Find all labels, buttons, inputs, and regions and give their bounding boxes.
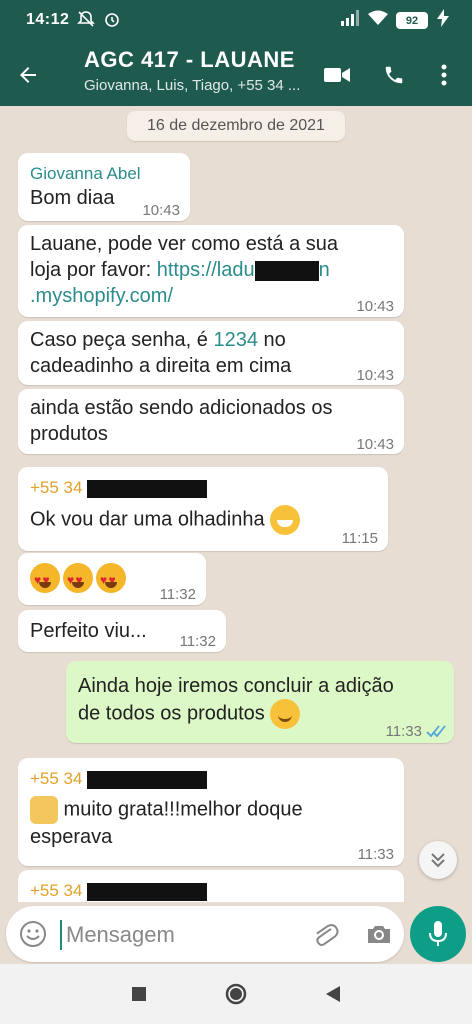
message-text: no <box>257 329 286 351</box>
voice-call-button[interactable] <box>374 55 414 95</box>
heart-eyes-emoji <box>96 563 126 593</box>
wifi-icon <box>368 10 388 31</box>
mic-icon <box>429 921 447 946</box>
message-sender: +55 34 <box>30 766 208 792</box>
mute-icon <box>76 9 96 34</box>
heart-eyes-emoji <box>30 563 60 593</box>
smiling-face-emoji <box>270 699 301 729</box>
message-time: 10:43 <box>356 436 394 453</box>
message-bubble[interactable]: +55 34 muito grata!!!melhor doque espera… <box>18 758 404 866</box>
message-time: 11:32 <box>159 586 196 603</box>
recents-icon <box>132 987 146 1001</box>
mic-button[interactable] <box>410 906 466 962</box>
attach-icon <box>316 924 339 947</box>
read-receipt-icon <box>426 719 446 745</box>
more-options-button[interactable] <box>424 55 464 95</box>
message-bubble[interactable]: +55 34 Ok vou dar uma olhadinha 11:15 <box>18 467 388 551</box>
message-bubble[interactable]: Perfeito viu... 11:32 <box>18 610 226 652</box>
chat-participants[interactable]: Giovanna, Luis, Tiago, +55 34 ... <box>84 77 300 94</box>
raised-hands-emoji <box>30 796 58 824</box>
status-bar: 14:12 92 <box>0 0 472 44</box>
message-text: Perfeito viu... <box>30 620 147 642</box>
attach-button[interactable] <box>310 919 340 949</box>
grinning-face-emoji <box>270 505 301 535</box>
system-nav-bar <box>0 964 472 1024</box>
chat-title[interactable]: AGC 417 - LAUANE <box>84 47 295 73</box>
date-separator: 16 de dezembro de 2021 <box>127 111 345 141</box>
message-text: loja por favor: <box>30 259 157 281</box>
message-time: 10:43 <box>356 298 394 315</box>
scroll-to-bottom-button[interactable] <box>419 841 457 879</box>
signal-icon <box>340 10 360 31</box>
message-text: Lauane, pode ver como está a sua <box>30 233 338 255</box>
charging-icon <box>436 9 450 32</box>
message-time: 10:43 <box>356 367 394 384</box>
message-time: 11:33 <box>357 846 394 863</box>
back-button[interactable] <box>8 55 48 95</box>
message-bubble[interactable]: ainda estão sendo adicionados os produto… <box>18 389 404 454</box>
camera-button[interactable] <box>364 919 394 949</box>
message-code[interactable]: 1234 <box>213 329 258 351</box>
message-bubble[interactable]: Lauane, pode ver como está a sua loja po… <box>18 225 404 317</box>
back-icon <box>326 986 340 1002</box>
more-vert-icon <box>441 64 447 86</box>
message-sender: +55 34 <box>30 475 208 501</box>
message-bubble[interactable]: 11:32 <box>18 553 206 605</box>
message-sender: +55 34 <box>30 878 208 902</box>
chevron-double-down-icon <box>431 853 445 868</box>
back-arrow-icon <box>20 67 36 83</box>
message-time: 11:33 <box>385 723 422 740</box>
emoji-group <box>30 563 126 593</box>
heart-eyes-emoji <box>63 563 93 593</box>
message-bubble[interactable]: Giovanna Abel Bom diaa 10:43 <box>18 153 190 221</box>
video-call-button[interactable] <box>317 55 357 95</box>
recents-button[interactable] <box>124 979 154 1009</box>
message-text: Caso peça senha, é <box>30 329 214 351</box>
message-bubble[interactable]: Caso peça senha, é 1234 no cadeadinho a … <box>18 321 404 385</box>
camera-icon <box>368 926 390 943</box>
message-list[interactable]: 16 de dezembro de 2021 Giovanna Abel Bom… <box>0 106 472 902</box>
message-text: muito grata!!!melhor doque <box>58 798 303 821</box>
message-bubble-outgoing[interactable]: Ainda hoje iremos concluir a adição de t… <box>66 661 454 743</box>
message-time: 10:43 <box>142 202 180 219</box>
message-bubble[interactable]: +55 34 <box>18 870 404 902</box>
home-button[interactable] <box>221 979 251 1009</box>
message-time: 11:15 <box>341 530 378 547</box>
alarm-icon <box>102 9 122 34</box>
home-icon <box>225 983 247 1005</box>
composer-box <box>6 906 404 962</box>
message-text: Ok vou dar uma olhadinha <box>30 508 265 531</box>
message-text: cadeadinho a direita em cima <box>30 355 292 377</box>
redaction-bar <box>87 770 208 789</box>
message-sender: Giovanna Abel <box>30 164 141 183</box>
message-text: de todos os produtos <box>78 702 265 725</box>
phone-icon <box>385 66 403 84</box>
video-call-icon <box>324 68 350 82</box>
composer-bar <box>0 902 472 964</box>
back-nav-button[interactable] <box>318 979 348 1009</box>
message-text: ainda estão sendo adicionados os <box>30 397 333 419</box>
status-time: 14:12 <box>26 11 70 28</box>
message-text: esperava <box>30 826 113 848</box>
message-time: 11:32 <box>179 633 216 650</box>
message-input[interactable] <box>60 920 290 950</box>
chat-header: AGC 417 - LAUANE Giovanna, Luis, Tiago, … <box>0 44 472 106</box>
message-link[interactable]: .myshopify.com/ <box>30 285 173 307</box>
redaction-bar <box>87 479 208 498</box>
battery-icon: 92 <box>396 12 428 29</box>
emoji-icon <box>20 921 46 947</box>
redaction-bar <box>87 882 208 901</box>
emoji-button[interactable] <box>18 919 48 949</box>
message-link[interactable]: https://ladu n <box>157 259 330 281</box>
message-text: Ainda hoje iremos concluir a adição <box>78 675 394 697</box>
redaction-bar <box>254 260 319 281</box>
message-text: produtos <box>30 423 108 445</box>
message-text: Bom diaa <box>30 187 115 209</box>
